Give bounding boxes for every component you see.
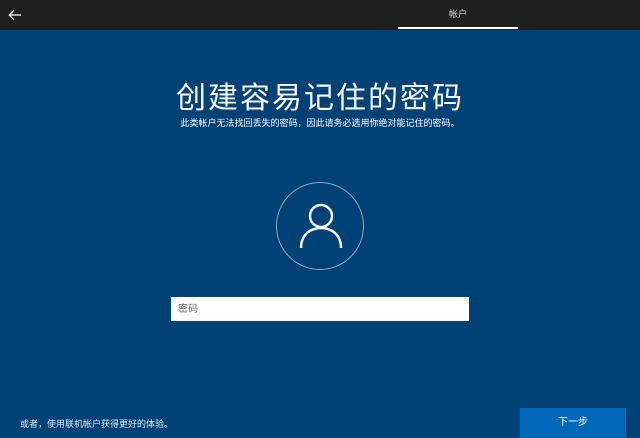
- arrow-left-icon: [8, 9, 21, 21]
- page-subtitle: 此类帐户无法找回丢失的密码，因此请务必选用你绝对能记住的密码。: [180, 119, 460, 129]
- back-button[interactable]: [6, 6, 24, 24]
- page-title: 创建容易记住的密码: [176, 81, 464, 116]
- password-input[interactable]: [171, 297, 469, 321]
- top-bar: 帐户: [0, 0, 640, 30]
- avatar: [276, 182, 364, 270]
- online-account-link[interactable]: 或者，使用联机帐户获得更好的体验。: [20, 417, 173, 430]
- tab-account[interactable]: 帐户: [398, 0, 518, 30]
- user-icon: [299, 203, 343, 249]
- tab-active-indicator: [398, 27, 518, 29]
- next-button[interactable]: 下一步: [520, 408, 626, 438]
